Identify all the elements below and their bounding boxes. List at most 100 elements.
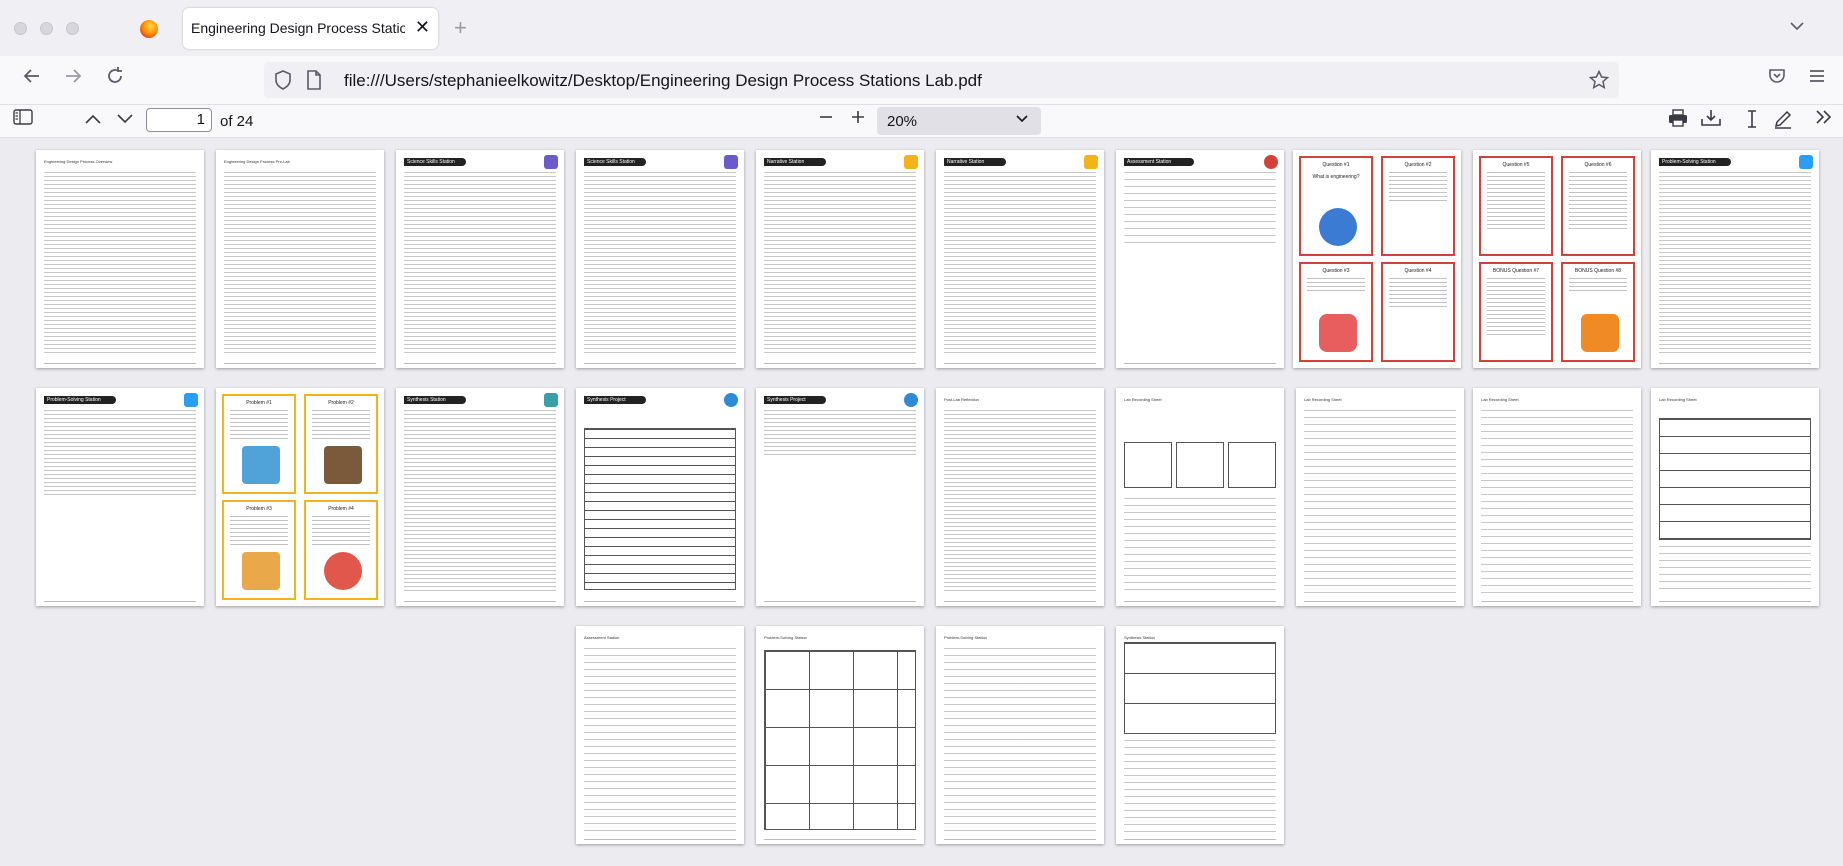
- sidebar-toggle-button[interactable]: [10, 109, 36, 133]
- question-card: Question #2: [1381, 156, 1455, 256]
- page-thumbnail[interactable]: Science Skills Station: [396, 150, 564, 368]
- chevron-down-icon: [117, 114, 133, 124]
- page-thumbnail[interactable]: Problem-Solving Station: [1651, 150, 1819, 368]
- close-window-button[interactable]: [14, 22, 27, 35]
- page-thumbnail[interactable]: Science Skills Station: [576, 150, 744, 368]
- page-thumbnail[interactable]: Synthesis Project: [576, 388, 744, 606]
- engineer-icon: [544, 393, 558, 407]
- page-thumbnail[interactable]: Assessment Station: [1116, 150, 1284, 368]
- zoom-in-button[interactable]: [846, 109, 870, 133]
- problem-card: Problem #3: [222, 500, 296, 600]
- save-button[interactable]: [1698, 109, 1724, 133]
- text-block: [944, 648, 1096, 832]
- question-card-grid: Question #5 Question #6 BONUS Question #…: [1479, 156, 1635, 362]
- forward-button[interactable]: [58, 65, 88, 95]
- page-number-input[interactable]: 1: [146, 108, 212, 132]
- card-title: BONUS Question #7: [1492, 268, 1540, 274]
- page-thumbnail[interactable]: Lab Recording Sheet: [1651, 388, 1819, 606]
- page-thumbnail[interactable]: Question #1 What is engineering? Questio…: [1293, 150, 1461, 368]
- page-thumbnail[interactable]: Post-Lab Reflection: [936, 388, 1104, 606]
- bookmark-star-icon[interactable]: [1588, 69, 1610, 95]
- page-thumbnail[interactable]: Narrative Station: [756, 150, 924, 368]
- card-title: Problem #2: [328, 400, 354, 406]
- zoom-window-button[interactable]: [66, 22, 79, 35]
- page-thumbnail[interactable]: Problem-Solving Station: [756, 626, 924, 844]
- page-thumbnail[interactable]: Engineering Design Process Overview: [36, 150, 204, 368]
- text-block: [1124, 498, 1276, 594]
- shield-icon[interactable]: [274, 70, 292, 95]
- question-card: Question #6: [1561, 156, 1635, 256]
- previous-page-button[interactable]: [80, 109, 106, 133]
- page-thumbnail[interactable]: Question #5 Question #6 BONUS Question #…: [1473, 150, 1641, 368]
- pen-icon: [1774, 110, 1792, 129]
- text-block: [1481, 410, 1633, 594]
- car-icon: [242, 552, 280, 590]
- draw-tool-button[interactable]: [1772, 109, 1794, 133]
- question-card: BONUS Question #7: [1479, 262, 1553, 362]
- text-block: [44, 172, 196, 356]
- chevron-up-icon: [85, 114, 101, 124]
- page-title: Lab Recording Sheet: [1124, 397, 1162, 402]
- page-thumbnail[interactable]: Engineering Design Process Pre-Lab: [216, 150, 384, 368]
- problem-card: Problem #1: [222, 394, 296, 494]
- page-thumbnail[interactable]: Problem-Solving Station: [936, 626, 1104, 844]
- page-title: Synthesis Station: [1124, 635, 1155, 640]
- tab-close-button[interactable]: ✕: [415, 16, 430, 38]
- page-thumbnail[interactable]: Synthesis Station: [1116, 626, 1284, 844]
- page-title: Assessment Station: [584, 635, 620, 640]
- text-block: [944, 410, 1096, 594]
- more-tools-button[interactable]: [1813, 109, 1835, 133]
- page-icon[interactable]: [306, 70, 322, 95]
- text-block: [1124, 172, 1276, 248]
- list-all-tabs-button[interactable]: [1789, 18, 1805, 34]
- text-tool-button[interactable]: [1741, 109, 1763, 133]
- text-block: [1124, 740, 1276, 832]
- page-thumbnail[interactable]: Synthesis Station: [396, 388, 564, 606]
- flask-icon: [1319, 314, 1357, 352]
- back-button[interactable]: [17, 65, 47, 95]
- page-thumbnail[interactable]: Problem-Solving Station: [36, 388, 204, 606]
- radio-icon: [324, 446, 362, 484]
- text-block: [404, 172, 556, 356]
- address-bar[interactable]: file:///Users/stephanieelkowitz/Desktop/…: [264, 62, 1619, 98]
- pdf-viewer[interactable]: Engineering Design Process Overview Engi…: [0, 138, 1843, 866]
- page-thumbnail[interactable]: Lab Recording Sheet: [1116, 388, 1284, 606]
- page-thumbnail[interactable]: Assessment Station: [576, 626, 744, 844]
- url-text[interactable]: file:///Users/stephanieelkowitz/Desktop/…: [344, 71, 982, 91]
- claim-evidence-table: [1124, 642, 1276, 734]
- new-tab-button[interactable]: +: [454, 16, 467, 40]
- firefox-icon[interactable]: [140, 20, 158, 38]
- zoom-out-button[interactable]: [814, 109, 838, 133]
- tab-title: Engineering Design Process Stations: [191, 20, 405, 36]
- page-title: Lab Recording Sheet: [1481, 397, 1519, 402]
- puzzle-icon: [1799, 155, 1813, 169]
- station-header: Science Skills Station: [584, 158, 646, 166]
- drawing-box: [1124, 442, 1172, 488]
- drawing-box: [1176, 442, 1224, 488]
- minimize-window-button[interactable]: [40, 22, 53, 35]
- page-thumbnail[interactable]: Narrative Station: [936, 150, 1104, 368]
- card-title: Problem #1: [246, 400, 272, 406]
- page-thumbnail[interactable]: Lab Recording Sheet: [1473, 388, 1641, 606]
- reload-button[interactable]: [100, 65, 130, 95]
- recording-grid: [764, 650, 916, 830]
- page-thumbnail[interactable]: Lab Recording Sheet: [1296, 388, 1464, 606]
- zoom-select[interactable]: 20%: [877, 107, 1041, 135]
- arrow-right-icon: [66, 69, 82, 83]
- problem-card-grid: Problem #1 Problem #2 Problem #3 Problem…: [222, 394, 378, 600]
- page-thumbnail[interactable]: Problem #1 Problem #2 Problem #3 Problem…: [216, 388, 384, 606]
- pocket-button[interactable]: [1762, 65, 1792, 95]
- next-page-button[interactable]: [112, 109, 138, 133]
- station-label: Problem-Solving Station: [1662, 159, 1716, 165]
- page-thumbnail[interactable]: Synthesis Project: [756, 388, 924, 606]
- question-card: Question #1 What is engineering?: [1299, 156, 1373, 256]
- station-label: Science Skills Station: [587, 159, 635, 165]
- microscope-icon: [724, 155, 738, 169]
- print-button[interactable]: [1665, 109, 1691, 133]
- app-menu-button[interactable]: [1802, 65, 1832, 95]
- page-title: Post-Lab Reflection: [944, 397, 979, 402]
- page-title: Lab Recording Sheet: [1659, 397, 1697, 402]
- tab-active[interactable]: Engineering Design Process Stations ✕: [183, 8, 438, 49]
- drawing-box: [1228, 442, 1276, 488]
- question-card-grid: Question #1 What is engineering? Questio…: [1299, 156, 1455, 362]
